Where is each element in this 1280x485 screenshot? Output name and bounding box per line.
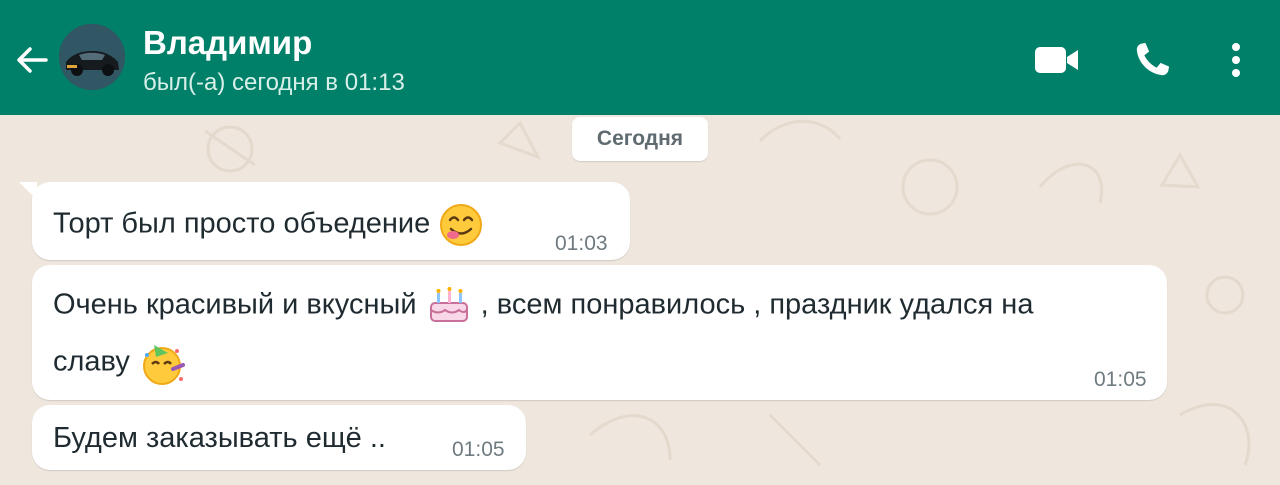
video-call-icon[interactable] [1034,40,1080,80]
chat-header: Владимир был(-а) сегодня в 01:13 [0,0,1280,115]
message-text: Будем заказывать ещё .. [53,422,386,454]
message-time: 01:03 [555,232,608,255]
birthday-cake-emoji-icon [429,287,468,322]
message-bubble[interactable]: Будем заказывать ещё .. 01:05 [32,405,526,470]
car-avatar-icon [59,24,125,90]
partying-face-emoji-icon [142,345,185,385]
message-text-line-1: Очень красивый и вкусный , всем понравил… [53,283,1033,329]
chat-area[interactable]: Сегодня Торт был просто объедение 01:03 … [0,115,1280,485]
date-separator: Сегодня [572,117,708,161]
contact-name[interactable]: Владимир [143,24,312,62]
message-bubble[interactable]: Очень красивый и вкусный , всем понравил… [32,265,1167,400]
message-time: 01:05 [452,438,505,461]
message-text-line-2: славу [53,339,188,387]
phone-icon[interactable] [1133,40,1171,80]
back-arrow-icon[interactable] [14,42,50,78]
message-text: Торт был просто объедение [53,202,484,248]
contact-avatar[interactable] [59,24,125,90]
bubble-tail-icon [19,182,37,200]
message-time: 01:05 [1094,368,1147,391]
savoring-food-emoji-icon [440,204,483,246]
last-seen-status[interactable]: был(-а) сегодня в 01:13 [143,69,405,97]
more-vert-icon[interactable] [1226,40,1246,80]
message-bubble[interactable]: Торт был просто объедение 01:03 [19,182,630,260]
